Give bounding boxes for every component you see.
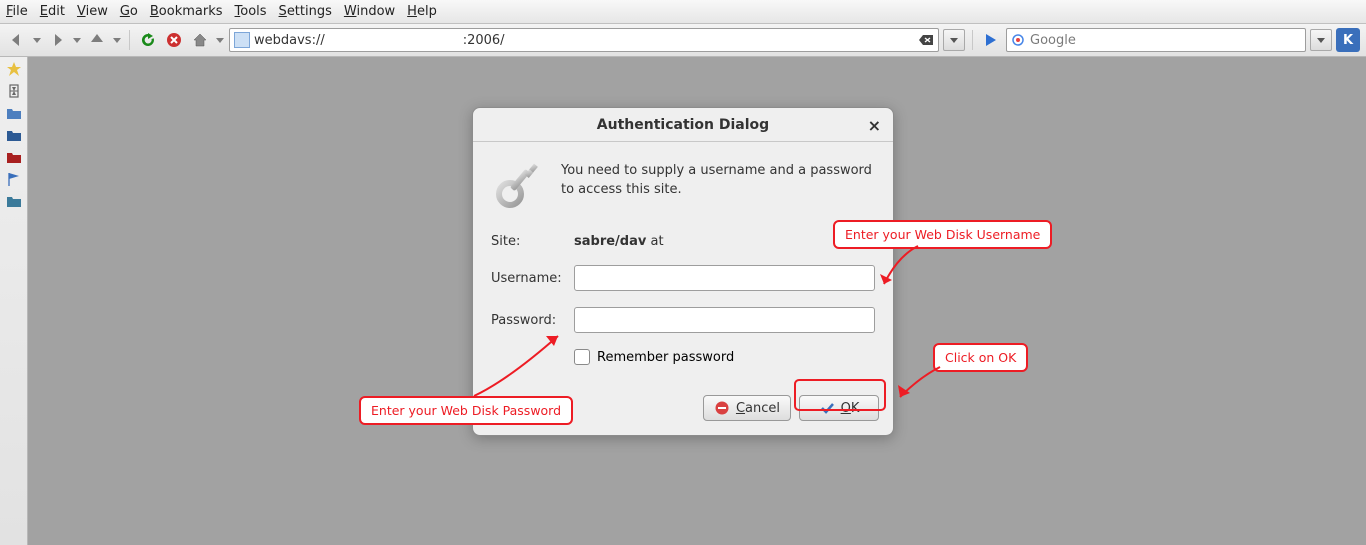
menu-window[interactable]: Window: [344, 4, 395, 19]
menu-view[interactable]: View: [77, 4, 108, 19]
key-icon: [491, 158, 547, 214]
history-icon[interactable]: [6, 83, 22, 99]
cancel-icon: [714, 400, 730, 416]
go-button[interactable]: [980, 29, 1002, 51]
menu-go[interactable]: Go: [120, 4, 138, 19]
auth-dialog: Authentication Dialog × You need to supp…: [472, 107, 894, 436]
address-bar[interactable]: webdavs:// :2006/: [229, 28, 939, 52]
up-button[interactable]: [86, 29, 108, 51]
toolbar-separator: [129, 30, 130, 50]
toolbar-separator-2: [972, 30, 973, 50]
search-engine-icon: [1011, 33, 1025, 47]
kde-logo-icon[interactable]: K: [1336, 28, 1360, 52]
dialog-titlebar: Authentication Dialog ×: [473, 108, 893, 142]
menu-settings[interactable]: Settings: [279, 4, 332, 19]
ok-button[interactable]: OK: [799, 395, 879, 421]
home-button[interactable]: [189, 29, 211, 51]
forward-dropdown[interactable]: [72, 29, 82, 51]
folder-dark-icon[interactable]: [6, 127, 22, 143]
folder-blue-icon[interactable]: [6, 105, 22, 121]
search-bar[interactable]: Google: [1006, 28, 1306, 52]
menu-tools[interactable]: Tools: [235, 4, 267, 19]
clear-icon[interactable]: [918, 34, 934, 46]
dialog-message: You need to supply a username and a pass…: [561, 162, 875, 200]
bookmarks-star-icon[interactable]: [6, 61, 22, 77]
back-button[interactable]: [6, 29, 28, 51]
toolbar: webdavs:// :2006/ Google K: [0, 24, 1366, 57]
forward-button[interactable]: [46, 29, 68, 51]
address-text-suffix: :2006/: [463, 33, 505, 48]
password-input[interactable]: [574, 307, 875, 333]
folder-teal-icon[interactable]: [6, 193, 22, 209]
menu-file[interactable]: File: [6, 4, 28, 19]
remember-label: Remember password: [597, 350, 734, 365]
dialog-title: Authentication Dialog: [597, 117, 769, 133]
menu-help[interactable]: Help: [407, 4, 437, 19]
annotation-password: Enter your Web Disk Password: [359, 396, 573, 425]
site-value: sabre/dav at: [574, 234, 875, 249]
annotation-username: Enter your Web Disk Username: [833, 220, 1052, 249]
annotation-ok: Click on OK: [933, 343, 1028, 372]
ok-check-icon: [819, 400, 835, 416]
folder-red-icon[interactable]: [6, 149, 22, 165]
address-dropdown[interactable]: [943, 29, 965, 51]
flag-icon[interactable]: [6, 171, 22, 187]
remember-checkbox[interactable]: [574, 349, 590, 365]
address-text-prefix: webdavs://: [254, 33, 325, 48]
up-dropdown[interactable]: [112, 29, 122, 51]
sidebar: [0, 57, 28, 545]
cancel-button[interactable]: Cancel: [703, 395, 791, 421]
close-icon[interactable]: ×: [868, 116, 881, 135]
home-dropdown[interactable]: [215, 29, 225, 51]
username-input[interactable]: [574, 265, 875, 291]
protocol-icon: [234, 32, 250, 48]
site-label: Site:: [491, 234, 566, 249]
password-label: Password:: [491, 313, 566, 328]
menubar: File Edit View Go Bookmarks Tools Settin…: [0, 0, 1366, 24]
menu-edit[interactable]: Edit: [40, 4, 65, 19]
search-dropdown[interactable]: [1310, 29, 1332, 51]
stop-button[interactable]: [163, 29, 185, 51]
username-label: Username:: [491, 271, 566, 286]
reload-button[interactable]: [137, 29, 159, 51]
menu-bookmarks[interactable]: Bookmarks: [150, 4, 223, 19]
search-placeholder: Google: [1030, 33, 1301, 48]
back-dropdown[interactable]: [32, 29, 42, 51]
